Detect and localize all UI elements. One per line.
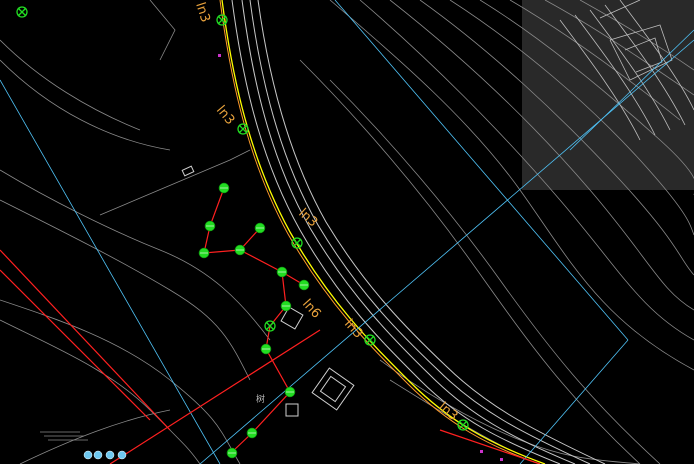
tree-symbol-icon bbox=[218, 182, 230, 194]
tree-symbol-icon bbox=[234, 244, 246, 256]
hatch-bottom-left bbox=[40, 431, 88, 441]
road-markers bbox=[16, 6, 469, 431]
label-ln3-lower: ln3 bbox=[341, 317, 366, 342]
blue-dot-symbol-icon bbox=[93, 450, 103, 460]
label-ln6: ln6 bbox=[299, 297, 324, 322]
blue-dot-symbol-icon bbox=[83, 450, 93, 460]
tree-symbol-icon bbox=[276, 266, 288, 278]
tree-symbol-icon bbox=[226, 447, 238, 459]
tree-symbol-icon bbox=[204, 220, 216, 232]
label-ln3-mid: ln3 bbox=[295, 206, 320, 231]
tree-symbol-icon bbox=[254, 222, 266, 234]
tree-symbol-icon bbox=[260, 343, 272, 355]
circle-cross-marker-icon bbox=[16, 6, 28, 18]
blue-dot-symbol-icon bbox=[117, 450, 127, 460]
circle-cross-marker-icon bbox=[237, 123, 249, 135]
tree-symbol-icon bbox=[284, 386, 296, 398]
tree-symbols bbox=[198, 182, 310, 459]
tree-symbol-icon bbox=[198, 247, 210, 259]
tree-symbol-icon bbox=[280, 300, 292, 312]
label-small-text: 树 bbox=[256, 393, 265, 405]
road-offset-line bbox=[219, 0, 541, 464]
cad-drawing-canvas[interactable]: ln3 ln3 ln3 ln6 ln3 ln3 树 bbox=[0, 0, 694, 464]
label-ln3-top: ln3 bbox=[192, 1, 212, 25]
blue-dot-symbol-icon bbox=[105, 450, 115, 460]
tree-symbol-icon bbox=[246, 427, 258, 439]
circle-cross-marker-icon bbox=[364, 334, 376, 346]
tree-symbol-icon bbox=[298, 279, 310, 291]
blue-symbols bbox=[83, 450, 127, 460]
label-ln3-upper: ln3 bbox=[213, 103, 237, 128]
